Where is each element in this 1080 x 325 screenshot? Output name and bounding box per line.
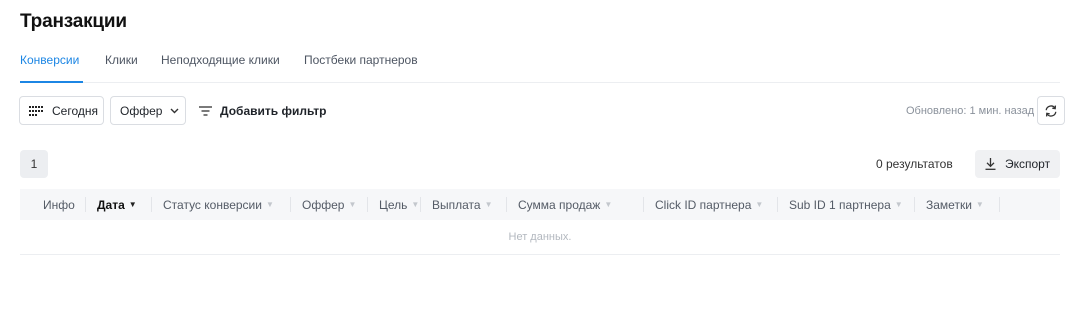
sort-icon: ▼ (755, 200, 764, 209)
export-button[interactable]: Экспорт (975, 150, 1060, 178)
page-title: Транзакции (20, 11, 127, 32)
calendar-grid-icon (29, 105, 45, 116)
results-count: 0 результатов (876, 157, 953, 171)
updated-status: Обновлено: 1 мин. назад (906, 104, 1035, 117)
table-header: Инфо Дата ▼ Статус конверсии ▼ Оффер ▼ Цель… (20, 189, 1060, 220)
export-label: Экспорт (1005, 157, 1051, 171)
sort-icon: ▼ (348, 200, 357, 209)
sort-icon: ▼ (894, 200, 903, 209)
add-filter-button[interactable]: Добавить фильтр (199, 96, 326, 125)
tab-partner-postbacks[interactable]: Постбеки партнеров (304, 52, 418, 83)
column-goal[interactable]: Цель ▼ (379, 189, 419, 220)
refresh-button[interactable] (1037, 96, 1065, 125)
column-offer[interactable]: Оффер ▼ (302, 189, 356, 220)
column-partner-click-id[interactable]: Click ID партнера ▼ (655, 189, 763, 220)
column-conversion-status[interactable]: Статус конверсии ▼ (163, 189, 274, 220)
column-partner-sub-id-1[interactable]: Sub ID 1 партнера ▼ (789, 189, 903, 220)
date-range-button[interactable]: Сегодня (19, 96, 104, 125)
tab-bar: Конверсии Клики Неподходящие клики Постб… (20, 52, 1060, 83)
column-info: Инфо (43, 197, 75, 212)
tab-clicks[interactable]: Клики (105, 52, 138, 83)
page-number-badge[interactable]: 1 (20, 150, 48, 178)
refresh-icon (1044, 104, 1058, 118)
column-payout[interactable]: Выплата ▼ (432, 189, 493, 220)
column-notes[interactable]: Заметки ▼ (926, 189, 984, 220)
tab-conversions[interactable]: Конверсии (20, 52, 84, 83)
sort-desc-icon: ▼ (128, 200, 137, 209)
chevron-down-icon (170, 108, 179, 114)
date-range-label: Сегодня (52, 103, 98, 118)
empty-table-message: Нет данных. (20, 220, 1060, 255)
add-filter-label: Добавить фильтр (220, 103, 327, 118)
download-icon (985, 158, 996, 170)
offer-dropdown[interactable]: Оффер (110, 96, 186, 125)
sort-icon: ▼ (975, 200, 984, 209)
tab-invalid-clicks[interactable]: Неподходящие клики (161, 52, 280, 83)
sort-icon: ▼ (411, 200, 420, 209)
sort-icon: ▼ (265, 200, 274, 209)
offer-dropdown-label: Оффер (120, 103, 163, 118)
sort-icon: ▼ (484, 200, 493, 209)
filter-icon (199, 105, 212, 116)
column-sales-amount[interactable]: Сумма продаж ▼ (518, 189, 612, 220)
sort-icon: ▼ (604, 200, 613, 209)
column-date[interactable]: Дата ▼ (97, 189, 137, 220)
